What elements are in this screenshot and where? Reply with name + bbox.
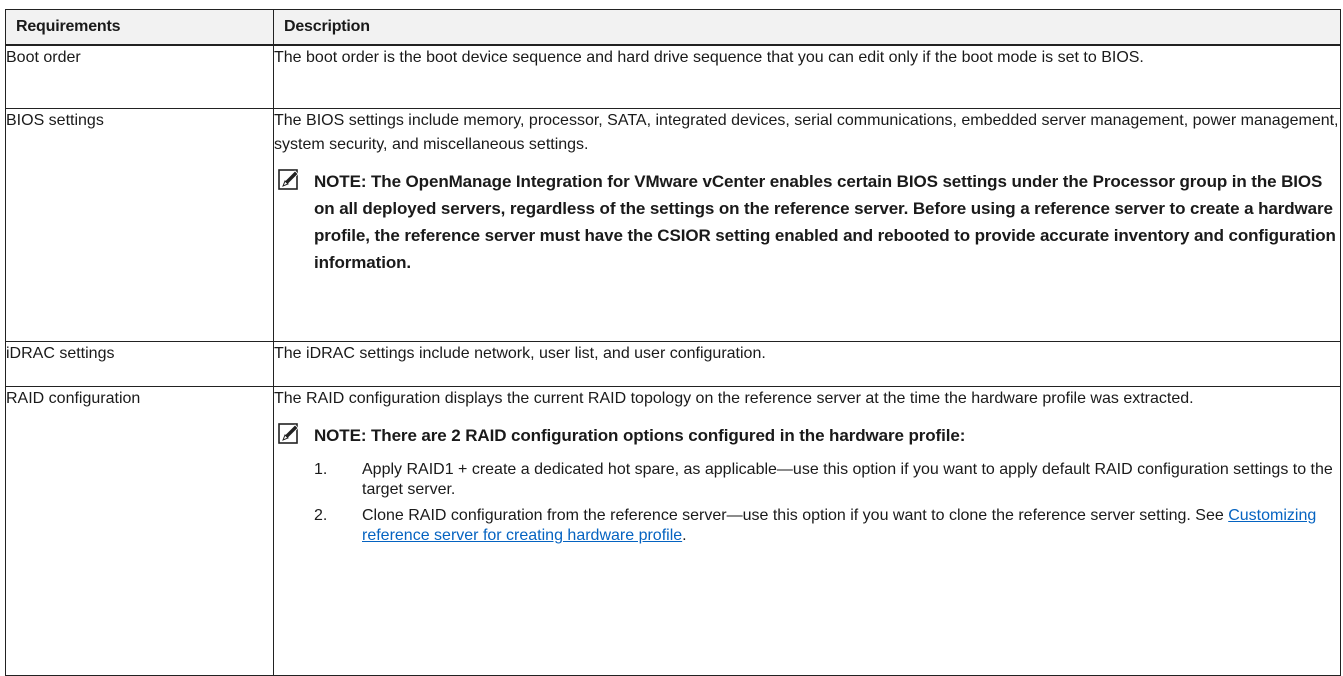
table-row: Boot order The boot order is the boot de… <box>5 44 1341 109</box>
note-block: NOTE: The OpenManage Integration for VMw… <box>274 168 1340 276</box>
description-cell: The iDRAC settings include network, user… <box>273 341 1341 387</box>
requirement-cell: RAID configuration <box>5 386 274 676</box>
table-row: RAID configuration The RAID configuratio… <box>5 386 1341 676</box>
note-text: NOTE: The OpenManage Integration for VMw… <box>314 172 1336 272</box>
requirements-table: Requirements Description Boot order The … <box>5 9 1341 676</box>
table-header-row: Requirements Description <box>5 9 1341 46</box>
description-cell: The BIOS settings include memory, proces… <box>273 108 1341 342</box>
note-text: NOTE: There are 2 RAID configuration opt… <box>314 426 966 445</box>
list-item-number: 2. <box>314 507 328 524</box>
list-item: 2. Clone RAID configuration from the ref… <box>314 506 1340 546</box>
requirement-cell: BIOS settings <box>5 108 274 342</box>
column-header-requirements: Requirements <box>5 9 274 46</box>
description-text: The RAID configuration displays the curr… <box>274 390 1194 407</box>
pencil-note-icon <box>278 423 299 444</box>
note-block: NOTE: There are 2 RAID configuration opt… <box>274 422 1340 449</box>
table-row: iDRAC settings The iDRAC settings includ… <box>5 341 1341 387</box>
column-header-description: Description <box>273 9 1341 46</box>
list-item: 1. Apply RAID1 + create a dedicated hot … <box>314 460 1340 500</box>
list-item-suffix: . <box>682 527 687 544</box>
description-cell: The RAID configuration displays the curr… <box>273 386 1341 676</box>
description-text: The iDRAC settings include network, user… <box>274 345 766 362</box>
requirement-cell: iDRAC settings <box>5 341 274 387</box>
list-item-text: Apply RAID1 + create a dedicated hot spa… <box>362 461 1333 498</box>
list-item-number: 1. <box>314 461 328 478</box>
list-item-text: Clone RAID configuration from the refere… <box>362 507 1229 524</box>
description-text: The BIOS settings include memory, proces… <box>274 112 1339 153</box>
raid-options-list: 1. Apply RAID1 + create a dedicated hot … <box>314 460 1340 546</box>
description-cell: The boot order is the boot device sequen… <box>273 44 1341 109</box>
requirement-cell: Boot order <box>5 44 274 109</box>
pencil-note-icon <box>278 169 299 190</box>
description-text: The boot order is the boot device sequen… <box>274 49 1144 66</box>
table-row: BIOS settings The BIOS settings include … <box>5 108 1341 342</box>
